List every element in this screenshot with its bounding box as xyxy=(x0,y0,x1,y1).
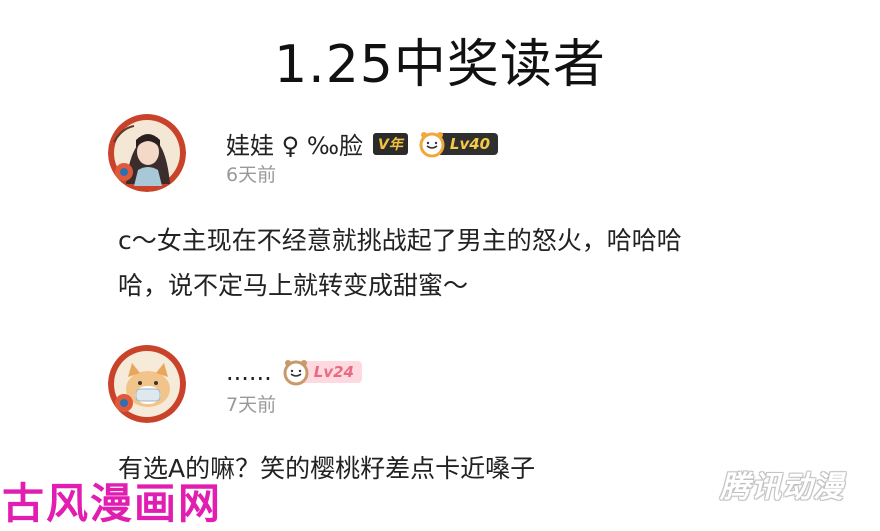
comment-text: 有选A的嘛？笑的樱桃籽差点卡近嗓子 xyxy=(118,454,536,483)
username-row: 娃娃 ♀ ‰脸 V年 Lv40 xyxy=(226,126,499,161)
avatar[interactable] xyxy=(108,114,186,192)
username[interactable]: 娃娃 ♀ ‰脸 xyxy=(226,126,363,161)
comment-text: c～女主现在不经意就挑战起了男主的怒火，哈哈哈 哈，说不定马上就转变成甜蜜～ xyxy=(118,226,682,300)
comment-time: 6天前 xyxy=(226,164,277,186)
anime-girl-avatar-icon xyxy=(108,114,186,192)
comment-time: 7天前 xyxy=(226,394,277,416)
avatar[interactable] xyxy=(108,345,186,423)
username[interactable]: ...... xyxy=(226,358,272,386)
level-label: Lv24 xyxy=(303,361,362,383)
vip-badge: V年 xyxy=(373,132,408,155)
dog-avatar-icon xyxy=(108,345,186,423)
level-label: Lv40 xyxy=(439,132,499,155)
alarm-clock-icon xyxy=(283,360,309,386)
watermark-right: 腾讯动漫 xyxy=(720,470,844,505)
level-badge: Lv40 xyxy=(418,131,499,157)
username-row: ...... Lv24 xyxy=(226,358,362,386)
level-badge: Lv24 xyxy=(282,359,362,386)
page-title: 1.25中奖读者 xyxy=(274,35,606,95)
alarm-clock-icon xyxy=(419,131,445,157)
